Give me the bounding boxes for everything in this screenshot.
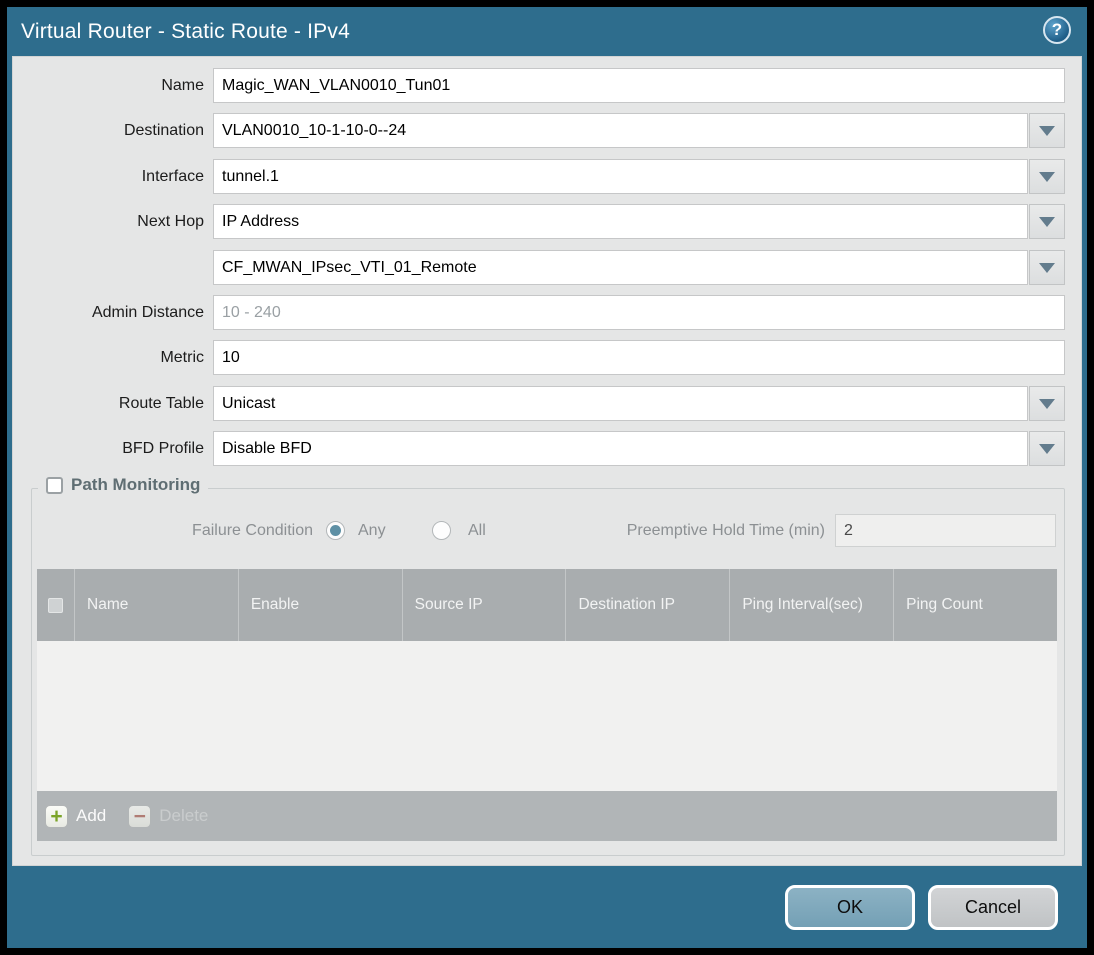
path-monitoring-section: Path Monitoring Failure Condition Any Al… bbox=[31, 475, 1065, 856]
form-panel: Name Destination Interface bbox=[12, 56, 1082, 866]
static-route-dialog: Virtual Router - Static Route - IPv4 ? N… bbox=[7, 7, 1087, 948]
table-header: Name Enable Source IP Destination IP Pin… bbox=[37, 569, 1057, 641]
cancel-button[interactable]: Cancel bbox=[928, 885, 1058, 930]
column-header-name: Name bbox=[75, 569, 239, 641]
metric-label: Metric bbox=[160, 349, 204, 366]
form-row-name: Name bbox=[13, 68, 1081, 103]
name-label: Name bbox=[161, 77, 204, 94]
plus-icon: + bbox=[45, 804, 68, 828]
chevron-down-icon bbox=[1039, 216, 1055, 227]
minus-icon: − bbox=[128, 804, 152, 828]
chevron-down-icon bbox=[1039, 171, 1055, 182]
destination-label: Destination bbox=[123, 122, 204, 139]
column-header-ping-count: Ping Count bbox=[906, 596, 983, 614]
bfd-profile-dropdown-button[interactable] bbox=[1029, 431, 1065, 466]
form-row-route-table: Route Table bbox=[13, 386, 1081, 421]
path-monitoring-table: Name Enable Source IP Destination IP Pin… bbox=[37, 569, 1057, 841]
add-button[interactable]: + Add bbox=[45, 804, 107, 828]
admin-distance-label: Admin Distance bbox=[91, 304, 204, 321]
failure-condition-any-radio[interactable] bbox=[326, 521, 345, 540]
interface-label: Interface bbox=[141, 168, 204, 185]
path-monitoring-legend: Path Monitoring bbox=[38, 475, 209, 495]
help-icon[interactable]: ? bbox=[1043, 16, 1071, 44]
next-hop-address-dropdown-button[interactable] bbox=[1029, 250, 1065, 285]
table-body-empty bbox=[37, 641, 1057, 791]
next-hop-dropdown-button[interactable] bbox=[1029, 204, 1065, 239]
failure-condition-row: Failure Condition Any All Preemptive Hol… bbox=[32, 513, 1064, 548]
route-table-input[interactable] bbox=[213, 386, 1028, 421]
preemptive-hold-time-label: Preemptive Hold Time (min) bbox=[626, 522, 825, 539]
screen: Virtual Router - Static Route - IPv4 ? N… bbox=[0, 0, 1094, 955]
table-toolbar: + Add − Delete bbox=[37, 791, 1057, 841]
form-row-destination: Destination bbox=[13, 113, 1081, 148]
metric-input[interactable] bbox=[213, 340, 1065, 375]
dialog-titlebar: Virtual Router - Static Route - IPv4 ? bbox=[7, 7, 1087, 56]
failure-condition-label: Failure Condition bbox=[192, 522, 313, 539]
bfd-profile-input[interactable] bbox=[213, 431, 1028, 466]
chevron-down-icon bbox=[1039, 443, 1055, 454]
chevron-down-icon bbox=[1039, 398, 1055, 409]
column-header-source-ip: Source IP bbox=[403, 569, 567, 641]
delete-button[interactable]: − Delete bbox=[128, 804, 209, 828]
dialog-footer: OK Cancel bbox=[7, 866, 1087, 948]
form-row-interface: Interface bbox=[13, 159, 1081, 194]
chevron-down-icon bbox=[1039, 125, 1055, 136]
preemptive-hold-time-input[interactable] bbox=[835, 514, 1056, 547]
table-header-checkbox-cell bbox=[37, 569, 75, 641]
form-row-admin-distance: Admin Distance bbox=[13, 295, 1081, 330]
next-hop-address-label bbox=[33, 250, 204, 285]
ok-button[interactable]: OK bbox=[785, 885, 915, 930]
form-row-bfd-profile: BFD Profile bbox=[13, 431, 1081, 466]
next-hop-address-input[interactable] bbox=[213, 250, 1028, 285]
next-hop-label: Next Hop bbox=[137, 213, 204, 230]
interface-input[interactable] bbox=[213, 159, 1028, 194]
bfd-profile-label: BFD Profile bbox=[122, 440, 204, 457]
route-table-dropdown-button[interactable] bbox=[1029, 386, 1065, 421]
select-all-checkbox[interactable] bbox=[48, 597, 63, 613]
path-monitoring-checkbox[interactable] bbox=[46, 476, 63, 494]
destination-input[interactable] bbox=[213, 113, 1028, 148]
chevron-down-icon bbox=[1039, 262, 1055, 273]
column-header-ping-interval: Ping Interval(sec) bbox=[730, 569, 895, 641]
form-row-next-hop: Next Hop bbox=[13, 204, 1081, 239]
path-monitoring-title: Path Monitoring bbox=[71, 475, 201, 494]
dialog-title: Virtual Router - Static Route - IPv4 bbox=[21, 19, 350, 43]
interface-dropdown-button[interactable] bbox=[1029, 159, 1065, 194]
column-header-destination-ip: Destination IP bbox=[566, 569, 731, 641]
form-row-next-hop-address bbox=[13, 250, 1081, 285]
form-row-metric: Metric bbox=[13, 340, 1081, 375]
failure-condition-all-label: All bbox=[468, 522, 486, 539]
failure-condition-any-label: Any bbox=[358, 522, 386, 539]
add-button-label: Add bbox=[76, 806, 107, 825]
route-table-label: Route Table bbox=[118, 395, 204, 412]
delete-button-label: Delete bbox=[159, 806, 209, 825]
name-input[interactable] bbox=[213, 68, 1065, 103]
next-hop-type-input[interactable] bbox=[213, 204, 1028, 239]
destination-dropdown-button[interactable] bbox=[1029, 113, 1065, 148]
failure-condition-all-radio[interactable] bbox=[432, 521, 451, 540]
admin-distance-input[interactable] bbox=[213, 295, 1065, 330]
column-header-enable: Enable bbox=[239, 569, 403, 641]
